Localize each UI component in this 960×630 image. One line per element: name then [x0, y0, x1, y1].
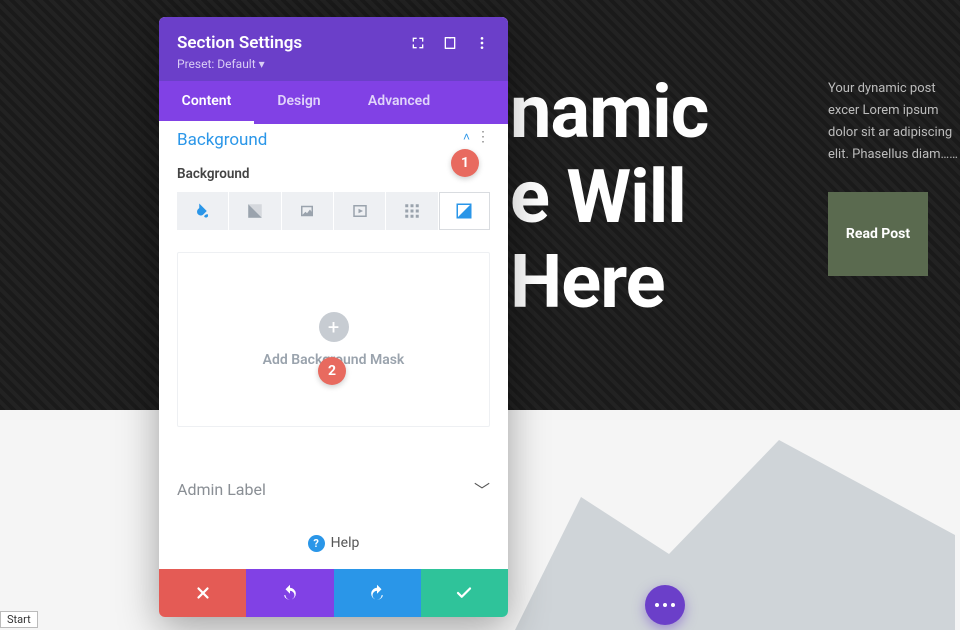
- panel-header: Section Settings Preset: Default ▾: [159, 17, 508, 81]
- bg-tab-video[interactable]: [334, 192, 385, 230]
- bg-tab-pattern[interactable]: [386, 192, 437, 230]
- hero-title-line: namic: [510, 70, 708, 155]
- chevron-down-icon: ﹀: [474, 477, 490, 501]
- bg-tab-image[interactable]: [282, 192, 333, 230]
- responsive-icon[interactable]: [442, 35, 458, 51]
- tab-design[interactable]: Design: [254, 81, 344, 124]
- start-tag: Start: [0, 611, 38, 628]
- panel-body: Background ˄ ⋮ Background + Add Backgrou…: [159, 124, 508, 569]
- panel-footer: [159, 569, 508, 617]
- expand-icon[interactable]: [410, 35, 426, 51]
- save-button[interactable]: [421, 569, 508, 617]
- more-icon[interactable]: [474, 35, 490, 51]
- hero-title-line: Here: [510, 240, 708, 325]
- bg-tab-mask[interactable]: [439, 192, 490, 230]
- section-more-icon[interactable]: ⋮: [476, 129, 490, 145]
- tab-content[interactable]: Content: [159, 81, 254, 124]
- help-label: Help: [331, 535, 360, 551]
- read-post-button[interactable]: Read Post: [828, 192, 928, 276]
- hero-title-line: e Will: [510, 155, 708, 240]
- bg-tab-color[interactable]: [177, 192, 228, 230]
- preset-selector[interactable]: Preset: Default ▾: [177, 57, 490, 71]
- undo-button[interactable]: [246, 569, 333, 617]
- help-icon: ?: [308, 535, 325, 552]
- collapse-icon[interactable]: ˄: [463, 130, 470, 144]
- background-field-label: Background: [177, 166, 490, 182]
- admin-label-section[interactable]: Admin Label ﹀: [177, 477, 490, 501]
- add-background-mask-dropzone[interactable]: + Add Background Mask: [177, 252, 490, 427]
- redo-button[interactable]: [334, 569, 421, 617]
- hero-title: namic e Will Here: [510, 70, 708, 325]
- plus-icon: +: [319, 312, 349, 342]
- panel-tabs: Content Design Advanced: [159, 81, 508, 124]
- annotation-1: 1: [451, 149, 479, 177]
- admin-label-title: Admin Label: [177, 480, 266, 499]
- help-button[interactable]: ? Help: [177, 535, 490, 552]
- tab-advanced[interactable]: Advanced: [344, 81, 454, 124]
- background-type-tabs: [177, 192, 490, 230]
- placeholder-mountains: [515, 440, 955, 630]
- cancel-button[interactable]: [159, 569, 246, 617]
- add-module-fab[interactable]: [645, 585, 685, 625]
- background-section-title[interactable]: Background: [177, 130, 267, 150]
- annotation-2: 2: [318, 357, 346, 385]
- panel-title: Section Settings: [177, 33, 302, 53]
- bg-tab-gradient[interactable]: [229, 192, 280, 230]
- section-settings-panel: Section Settings Preset: Default ▾ Conte…: [159, 17, 508, 617]
- hero-excerpt: Your dynamic post excer Lorem ipsum dolo…: [828, 78, 960, 166]
